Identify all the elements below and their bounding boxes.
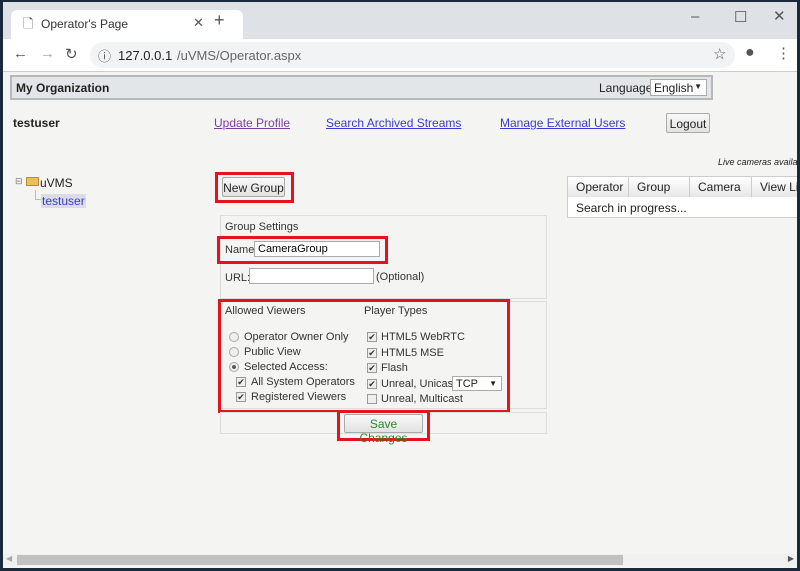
radio-button[interactable] [229,332,239,342]
player-type-label: Flash [381,362,408,374]
radio-button[interactable] [229,347,239,357]
account-icon[interactable]: ● [745,44,755,62]
language-value: English [654,81,694,95]
collapse-icon[interactable]: ⊟ [15,176,23,187]
group-name-field[interactable] [254,241,380,257]
url-field[interactable] [249,268,374,284]
menu-icon[interactable]: ⋮ [776,44,791,62]
browser-window: 🗋 Operator's Page ✕ + – ☐ ✕ ← → ↻ ⓘ 127.… [3,2,797,568]
tab-bar: 🗋 Operator's Page ✕ + – ☐ ✕ [3,2,797,39]
logout-button[interactable]: Logout [666,113,710,133]
group-settings-title: Group Settings [225,221,299,233]
search-archived-streams-link[interactable]: Search Archived Streams [326,116,461,130]
info-icon: ⓘ [98,49,112,64]
viewer-sub-label: Registered Viewers [251,391,347,403]
column-header-view-live[interactable]: View Live [752,177,797,197]
manage-external-users-link[interactable]: Manage External Users [500,116,625,130]
url-input[interactable]: ⓘ 127.0.0.1/uVMS/Operator.aspx ☆ [90,42,735,68]
allowed-viewers-title: Allowed Viewers [225,305,306,317]
forward-icon[interactable]: → [40,45,55,62]
language-select[interactable]: English ▼ [650,79,707,96]
username: testuser [13,116,60,130]
url-path: /uVMS/Operator.aspx [177,48,302,63]
folder-icon [26,177,39,186]
minimize-icon[interactable]: – [691,8,699,25]
org-header: My Organization Language English ▼ [10,75,713,100]
url-hint: (Optional) [376,271,425,283]
url-host: 127.0.0.1 [118,48,173,63]
new-group-button[interactable]: New Group [222,177,285,197]
checkbox[interactable]: ✔ [236,377,246,387]
back-icon[interactable]: ← [13,45,28,62]
org-title: My Organization [16,81,110,95]
viewer-option-label: Operator Owner Only [244,331,349,343]
dropdown-arrow-icon: ▼ [694,82,702,91]
tree-item-testuser[interactable]: testuser [41,194,86,208]
live-cameras-note: Live cameras available [718,157,797,167]
language-label: Language [599,81,653,95]
tab-operators-page[interactable]: 🗋 Operator's Page ✕ [11,10,243,39]
protocol-select[interactable]: TCP ▼ [452,376,502,391]
page-icon: 🗋 [23,16,34,31]
checkbox[interactable]: ✔ [236,392,246,402]
dropdown-arrow-icon: ▼ [489,379,497,388]
close-window-icon[interactable]: ✕ [773,7,786,25]
reload-icon[interactable]: ↻ [65,45,78,63]
checkbox[interactable] [367,394,377,404]
scroll-right-icon[interactable]: ▶ [788,554,794,563]
tab-title: Operator's Page [41,17,129,31]
column-header-group[interactable]: Group [629,177,690,197]
cameras-table: Operator Group Camera View Live Search i… [567,176,797,218]
player-type-label: Unreal, Unicast [381,377,457,390]
new-tab-icon[interactable]: + [214,10,225,31]
radio-button[interactable] [229,362,239,372]
name-label: Name: [225,244,258,256]
player-type-label: HTML5 WebRTC [381,331,465,343]
url-label: URL: [225,272,251,284]
search-status: Search in progress... [576,201,687,215]
viewer-option-label: Public View [244,346,301,358]
player-types-title: Player Types [364,305,428,317]
checkbox[interactable]: ✔ [367,332,377,342]
tree-root-uvms[interactable]: uVMS [40,176,73,190]
column-header-operator[interactable]: Operator [568,177,629,197]
viewer-option-label: Selected Access: [244,361,328,373]
scrollbar-thumb[interactable] [17,555,623,565]
player-type-label: Unreal, Multicast [381,393,463,405]
save-changes-button[interactable]: Save Changes [344,414,423,445]
maximize-icon[interactable]: ☐ [734,8,747,26]
horizontal-scrollbar[interactable]: ◀ ▶ [3,554,797,566]
bookmark-star-icon[interactable]: ☆ [713,45,726,63]
checkbox[interactable]: ✔ [367,347,377,358]
checkbox[interactable]: ✔ [367,363,377,373]
protocol-value: TCP [456,378,478,390]
close-tab-icon[interactable]: ✕ [193,15,204,31]
column-header-camera[interactable]: Camera [690,177,752,197]
viewer-sub-label: All System Operators [251,376,355,388]
address-bar: ← → ↻ ⓘ 127.0.0.1/uVMS/Operator.aspx ☆ ●… [3,39,797,72]
player-type-label: HTML5 MSE [381,346,444,359]
scroll-left-icon[interactable]: ◀ [6,554,12,563]
checkbox[interactable]: ✔ [367,378,377,389]
update-profile-link[interactable]: Update Profile [214,116,290,130]
